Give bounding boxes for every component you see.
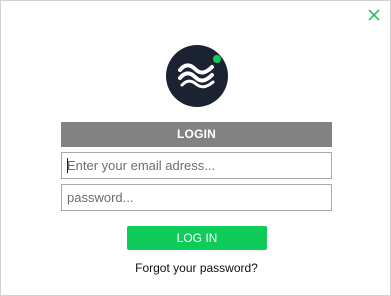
- app-logo: [166, 45, 228, 107]
- password-field[interactable]: [61, 184, 332, 211]
- close-icon: [368, 9, 380, 21]
- login-button[interactable]: LOG IN: [127, 226, 267, 250]
- login-header: LOGIN: [61, 122, 332, 147]
- forgot-password-link[interactable]: Forgot your password?: [1, 261, 391, 275]
- login-dialog: LOGIN LOG IN Forgot your password?: [0, 0, 391, 296]
- status-dot: [213, 55, 221, 63]
- close-button[interactable]: [367, 8, 381, 22]
- wave-logo-icon: [178, 55, 221, 89]
- text-caret: [67, 158, 68, 173]
- email-field[interactable]: [61, 152, 332, 179]
